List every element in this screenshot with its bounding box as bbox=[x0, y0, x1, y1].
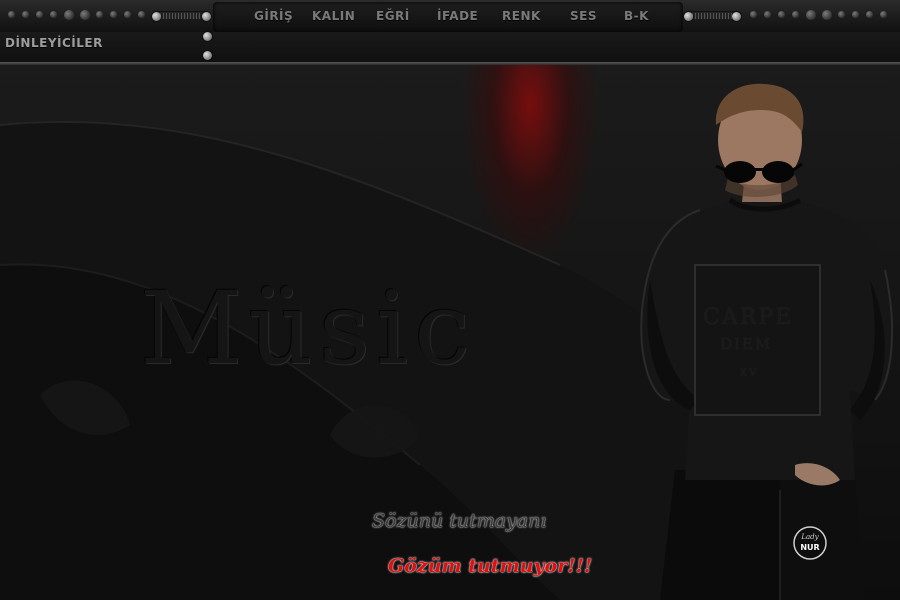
left-dot-row bbox=[8, 9, 148, 20]
dot-icon bbox=[80, 9, 90, 20]
dot-icon bbox=[22, 11, 29, 18]
caption-line2: Gözüm tutmuyor!!! bbox=[388, 555, 593, 577]
side-knob-icon[interactable] bbox=[203, 32, 212, 41]
dot-icon bbox=[750, 11, 757, 18]
slider-knob-left[interactable] bbox=[152, 12, 161, 21]
logo-text-line2: NUR bbox=[800, 543, 819, 552]
dot-icon bbox=[806, 9, 816, 20]
slider-knob-left[interactable] bbox=[684, 12, 693, 21]
slider-knob-right[interactable] bbox=[202, 12, 211, 21]
slider-track bbox=[160, 13, 202, 19]
dot-icon bbox=[852, 11, 859, 18]
page: Müsic GİRİŞ KALIN EĞRİ İFADE RENK SES B-… bbox=[0, 0, 900, 600]
dot-icon bbox=[764, 11, 771, 18]
dot-icon bbox=[36, 11, 43, 18]
nav-item-giris[interactable]: GİRİŞ bbox=[254, 9, 293, 23]
listeners-bar bbox=[0, 32, 900, 62]
toolbar-divider bbox=[0, 62, 900, 65]
slider-knob-right[interactable] bbox=[732, 12, 741, 21]
music-watermark-text: Müsic bbox=[140, 270, 477, 387]
dot-icon bbox=[880, 11, 887, 18]
side-knob-icon[interactable] bbox=[203, 51, 212, 60]
dot-icon bbox=[8, 11, 15, 18]
slider-track bbox=[692, 13, 734, 19]
nav-item-renk[interactable]: RENK bbox=[502, 9, 541, 23]
right-dot-row bbox=[750, 9, 895, 20]
dot-icon bbox=[822, 9, 832, 20]
dot-icon bbox=[64, 9, 74, 20]
shirt-print-line2: DIEM bbox=[720, 335, 773, 353]
dot-icon bbox=[138, 11, 145, 18]
nav-item-kalin[interactable]: KALIN bbox=[312, 9, 355, 23]
dot-icon bbox=[838, 11, 845, 18]
dot-icon bbox=[866, 11, 873, 18]
nav-item-egri[interactable]: EĞRİ bbox=[376, 9, 410, 23]
listeners-label[interactable]: DİNLEYİCİLER bbox=[5, 36, 103, 50]
dot-icon bbox=[778, 11, 785, 18]
dot-icon bbox=[124, 11, 131, 18]
dot-icon bbox=[96, 11, 103, 18]
lady-nur-logo-icon: Lady NUR bbox=[793, 526, 827, 560]
nav-item-ifade[interactable]: İFADE bbox=[437, 9, 478, 23]
caption-line1: Sözünü tutmayanı bbox=[372, 510, 547, 532]
nav-item-bk[interactable]: B-K bbox=[624, 9, 649, 23]
logo-text-line1: Lady bbox=[800, 533, 819, 541]
shirt-print-line1: CARPE bbox=[703, 305, 794, 330]
dot-icon bbox=[792, 11, 799, 18]
dot-icon bbox=[110, 11, 117, 18]
nav-item-ses[interactable]: SES bbox=[570, 9, 597, 23]
shirt-print-line3: XV bbox=[740, 368, 759, 379]
dot-icon bbox=[50, 11, 57, 18]
